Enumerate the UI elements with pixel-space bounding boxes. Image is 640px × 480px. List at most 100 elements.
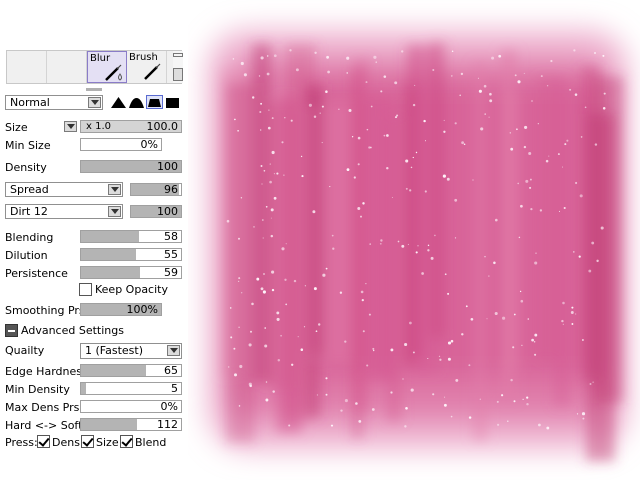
- paint-sparkle: [546, 85, 549, 87]
- press-size-checkbox[interactable]: [81, 435, 94, 448]
- paint-sparkle: [370, 146, 372, 149]
- paint-sparkle: [229, 307, 232, 309]
- shape-hard-button[interactable]: [110, 95, 127, 109]
- paint-sparkle: [526, 396, 529, 399]
- paint-sparkle: [415, 251, 418, 254]
- shape-square-button[interactable]: [164, 95, 181, 109]
- paint-sparkle: [289, 49, 292, 52]
- blend-mode-dropdown[interactable]: Normal: [5, 95, 103, 110]
- persistence-fill: [81, 267, 140, 278]
- paint-sparkle: [260, 287, 264, 291]
- paint-sparkle: [444, 396, 446, 398]
- paint-sparkle: [479, 398, 481, 400]
- paint-sparkle: [575, 313, 577, 315]
- paint-sparkle: [360, 290, 364, 294]
- paint-sparkle: [325, 393, 328, 396]
- paint-sparkle: [248, 343, 252, 347]
- texture-dropdown-1[interactable]: Spread: [5, 182, 123, 197]
- paint-sparkle: [346, 56, 350, 60]
- paint-sparkle: [241, 292, 243, 294]
- paint-sparkle: [276, 172, 279, 175]
- size-range-dropdown[interactable]: [64, 121, 77, 132]
- paint-sparkle: [313, 287, 317, 291]
- paint-sparkle: [355, 402, 358, 405]
- paint-sparkle: [230, 336, 233, 339]
- hard-soft-value: 112: [157, 418, 178, 431]
- paint-sparkle: [404, 425, 407, 428]
- paint-sparkle: [301, 175, 304, 178]
- paint-sparkle: [447, 341, 452, 345]
- chevron-down-icon[interactable]: [167, 345, 180, 356]
- paint-streak: [428, 41, 446, 339]
- paint-sparkle: [366, 128, 369, 131]
- press-dens-label: Dens: [52, 436, 80, 449]
- hard-soft-slider[interactable]: 112: [80, 418, 182, 431]
- collapse-icon[interactable]: [5, 324, 18, 337]
- paint-sparkle: [261, 183, 263, 185]
- press-dens-checkbox[interactable]: [37, 435, 50, 448]
- min-size-label: Min Size: [5, 139, 51, 152]
- paint-sparkle: [344, 399, 348, 403]
- brush-slot-empty-2[interactable]: [47, 51, 87, 83]
- brush-slot-empty-1[interactable]: [7, 51, 47, 83]
- texture-2-slider[interactable]: 100: [130, 205, 182, 218]
- max-dens-prs-slider[interactable]: 0%: [80, 400, 182, 413]
- keep-opacity-checkbox[interactable]: [79, 283, 92, 296]
- chevron-down-icon[interactable]: [108, 184, 121, 195]
- paint-sparkle: [264, 344, 268, 348]
- shape-soft-button[interactable]: [146, 95, 163, 109]
- paint-sparkle: [285, 243, 287, 245]
- paint-sparkle: [477, 77, 479, 79]
- paint-sparkle: [443, 130, 446, 133]
- paint-sparkle: [537, 123, 539, 125]
- paint-sparkle: [281, 141, 284, 144]
- slot-scrollbar[interactable]: [173, 51, 183, 83]
- dilution-slider[interactable]: 55: [80, 248, 182, 261]
- smoothing-value: 100%: [126, 303, 158, 316]
- paint-sparkle: [357, 207, 361, 210]
- persistence-label: Persistence: [5, 267, 68, 280]
- paint-sparkle: [427, 244, 430, 247]
- paint-sparkle: [557, 153, 560, 156]
- paint-sparkle: [602, 54, 605, 57]
- size-slider[interactable]: x 1.0 100.0: [80, 120, 182, 133]
- edge-hardness-slider[interactable]: 65: [80, 364, 182, 377]
- paint-sparkle: [446, 177, 450, 181]
- paint-sparkle: [300, 348, 304, 351]
- paint-sparkle: [379, 242, 382, 245]
- paint-sparkle: [353, 176, 356, 179]
- quality-dropdown[interactable]: 1 (Fastest): [80, 343, 182, 359]
- paint-sparkle: [496, 400, 499, 403]
- paint-sparkle: [427, 357, 429, 360]
- press-blend-checkbox[interactable]: [120, 435, 133, 448]
- paint-sparkle: [526, 402, 529, 406]
- paint-sparkle: [576, 413, 579, 415]
- blending-slider[interactable]: 58: [80, 230, 182, 243]
- brush-slot-brush[interactable]: Brush: [127, 51, 167, 83]
- paint-sparkle: [271, 270, 275, 274]
- brush-slot-blur[interactable]: Blur: [87, 51, 127, 83]
- min-density-slider[interactable]: 5: [80, 382, 182, 395]
- paint-sparkle: [386, 134, 389, 137]
- persistence-slider[interactable]: 59: [80, 266, 182, 279]
- paint-sparkle: [573, 251, 575, 253]
- chevron-down-icon[interactable]: [173, 68, 183, 81]
- drawing-canvas[interactable]: [188, 0, 640, 480]
- texture-1-slider[interactable]: 96: [130, 183, 182, 196]
- paint-sparkle: [260, 102, 263, 105]
- slot-scroll-up-icon[interactable]: [173, 53, 183, 57]
- min-size-slider[interactable]: 0%: [80, 138, 162, 151]
- shape-medium-button[interactable]: [128, 95, 145, 109]
- density-label: Density: [5, 161, 47, 174]
- texture-dropdown-2[interactable]: Dirt 12: [5, 204, 123, 219]
- paint-sparkle: [432, 68, 435, 72]
- advanced-settings-label[interactable]: Advanced Settings: [21, 324, 124, 338]
- chevron-down-icon[interactable]: [108, 206, 121, 217]
- density-slider[interactable]: 100: [80, 160, 182, 173]
- chevron-down-icon[interactable]: [88, 97, 101, 108]
- paint-sparkle: [486, 318, 488, 320]
- paint-sparkle: [319, 112, 321, 114]
- paint-sparkle: [558, 210, 561, 212]
- panel-grip[interactable]: [86, 88, 102, 91]
- smoothing-slider[interactable]: 100%: [80, 303, 162, 316]
